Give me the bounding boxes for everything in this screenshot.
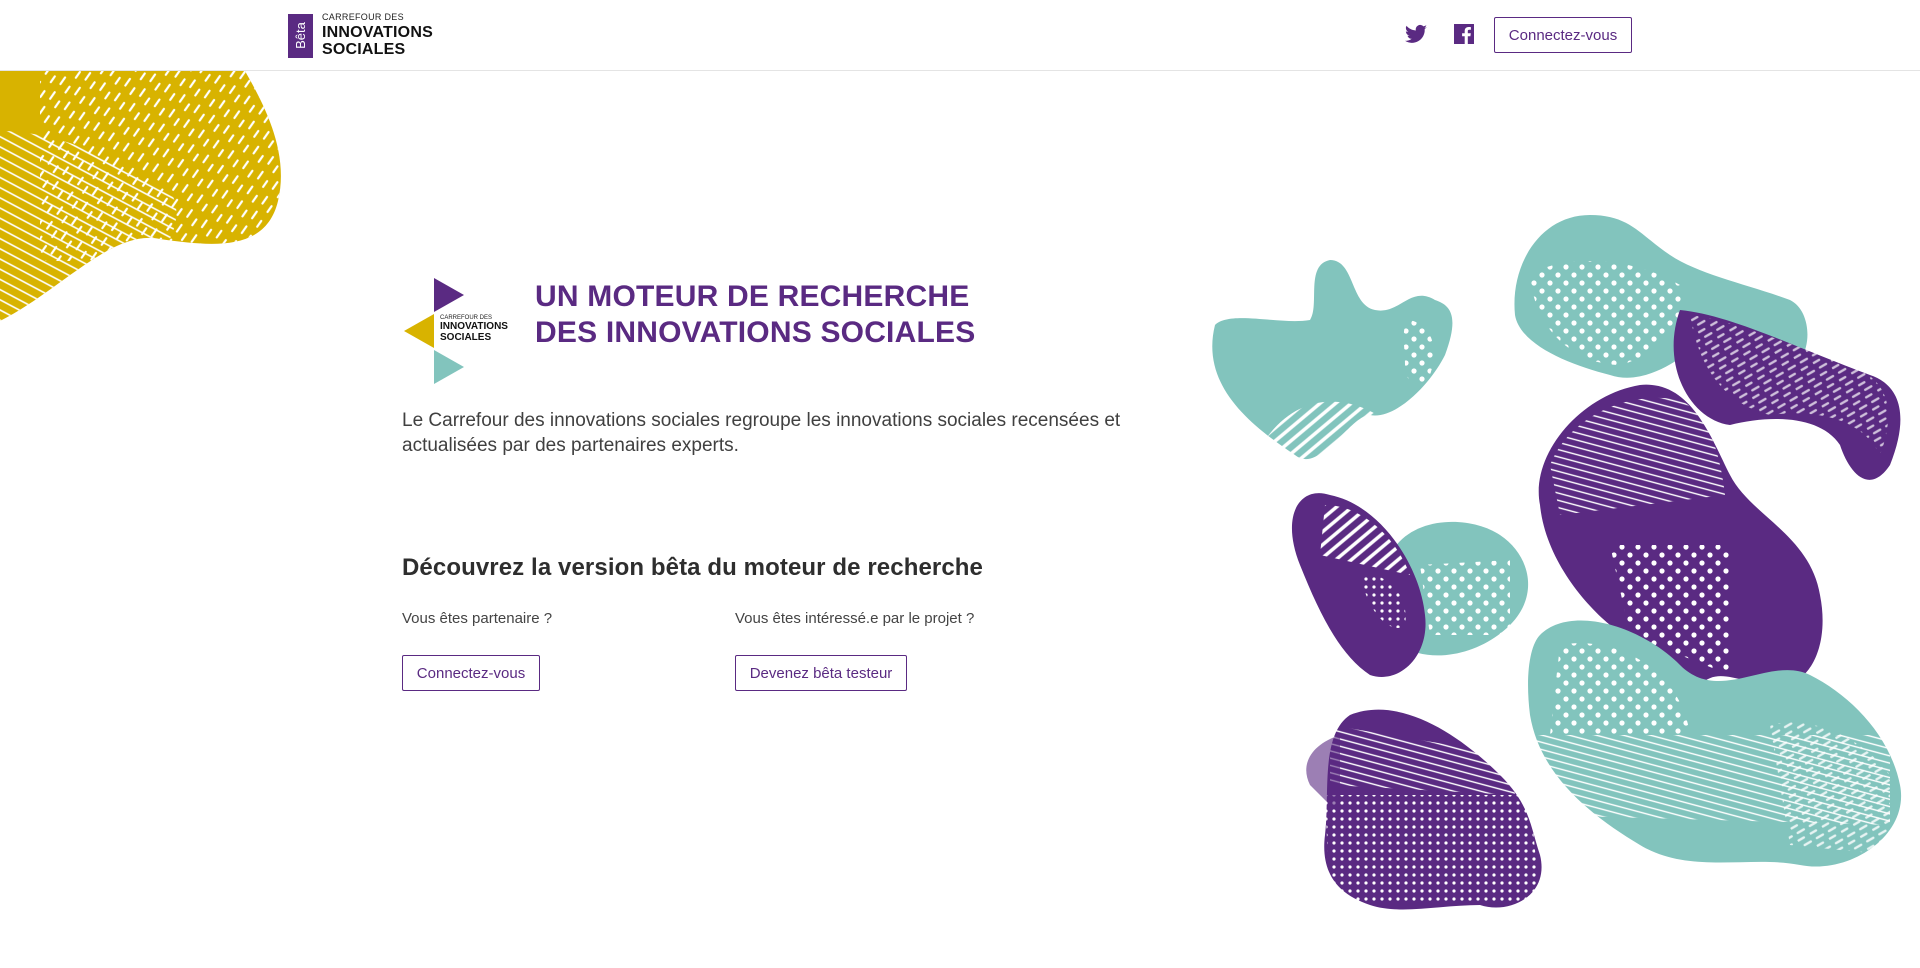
- decorative-blob-cluster: [1212, 215, 1902, 910]
- hero-title: UN MOTEUR DE RECHERCHE DES INNOVATIONS S…: [535, 280, 976, 349]
- brand-name: CARREFOUR DES INNOVATIONS SOCIALES: [322, 12, 433, 59]
- facebook-icon[interactable]: [1452, 22, 1476, 46]
- beta-tester-button[interactable]: Devenez bêta testeur: [735, 655, 907, 691]
- beta-badge: Bêta: [288, 13, 313, 58]
- interested-question: Vous êtes intéressé.e par le projet ?: [735, 610, 975, 627]
- partner-login-button[interactable]: Connectez-vous: [402, 655, 540, 691]
- hero-logo: CARREFOUR DES INNOVATIONS SOCIALES: [402, 278, 512, 386]
- twitter-icon[interactable]: [1404, 22, 1428, 46]
- top-navigation-bar: Bêta CARREFOUR DES INNOVATIONS SOCIALES …: [0, 0, 1920, 71]
- discover-heading: Découvrez la version bêta du moteur de r…: [402, 554, 983, 581]
- site-logo[interactable]: Bêta CARREFOUR DES INNOVATIONS SOCIALES: [288, 13, 433, 58]
- hero-logo-text: CARREFOUR DES INNOVATIONS SOCIALES: [440, 315, 508, 343]
- header-login-button[interactable]: Connectez-vous: [1494, 17, 1632, 53]
- intro-paragraph: Le Carrefour des innovations sociales re…: [402, 410, 1121, 456]
- yellow-decorative-blob: [0, 71, 281, 321]
- partner-question: Vous êtes partenaire ?: [402, 610, 553, 627]
